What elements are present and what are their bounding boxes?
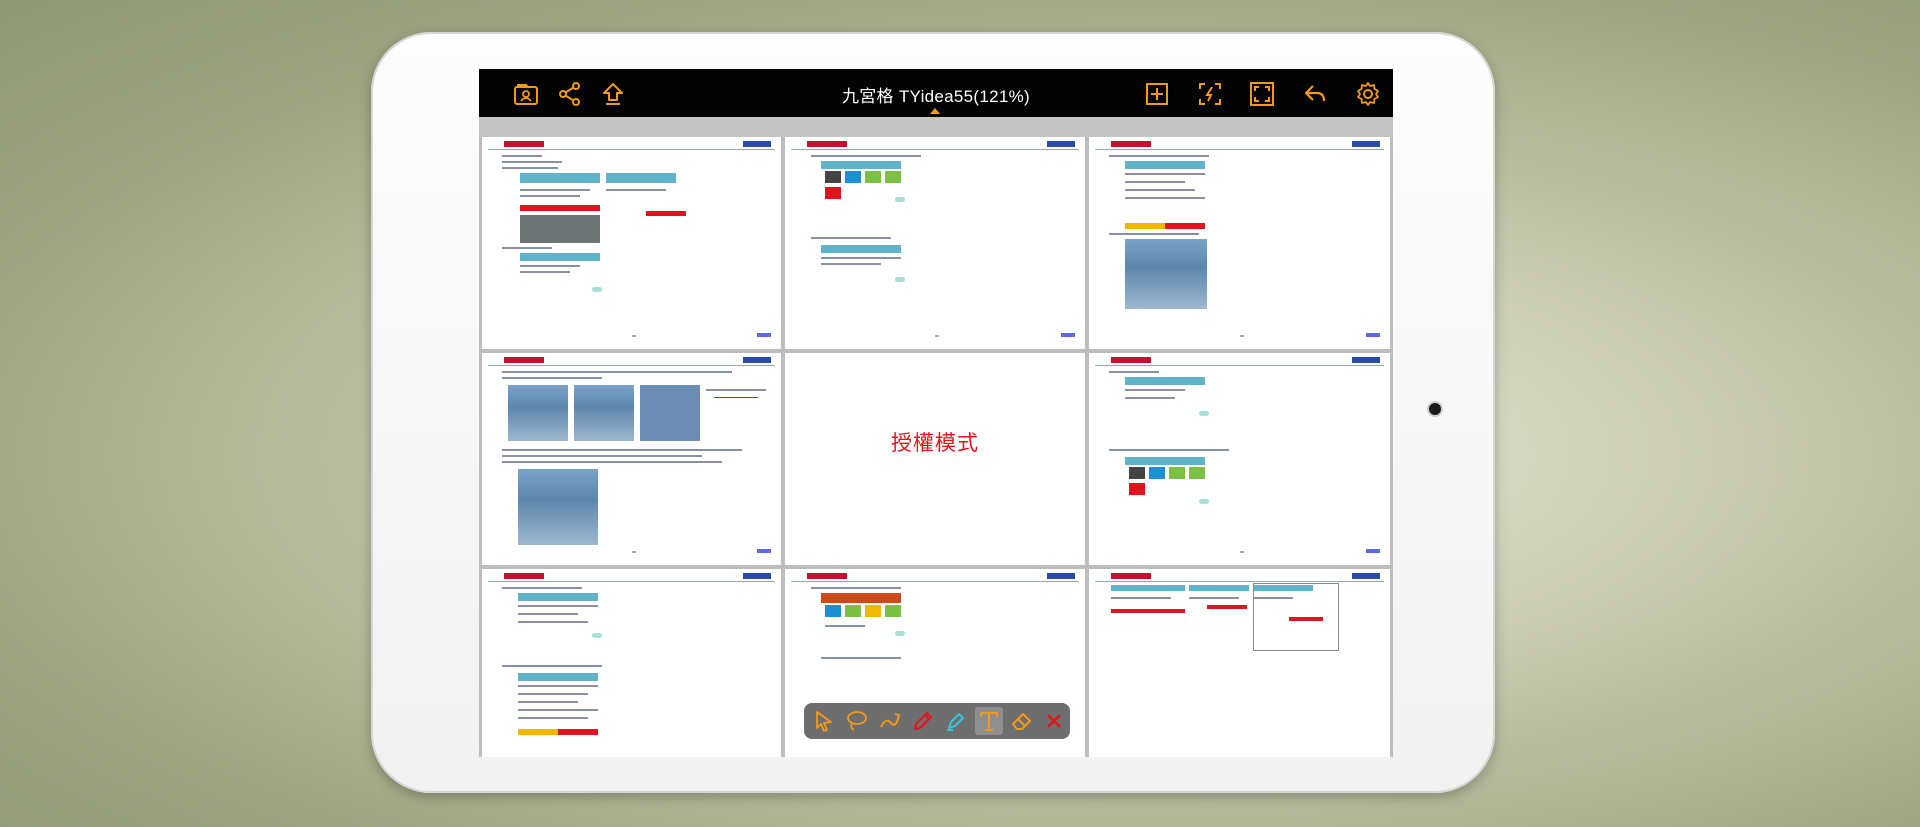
close-icon bbox=[1047, 714, 1061, 728]
text-tool-icon bbox=[980, 712, 998, 731]
highlighter-icon bbox=[947, 713, 964, 731]
undo-button[interactable] bbox=[1300, 79, 1330, 109]
nine-grid: 授權模式 bbox=[482, 137, 1390, 757]
grid-page-5[interactable]: 授權模式 bbox=[785, 353, 1085, 565]
lasso-tool[interactable] bbox=[843, 707, 871, 735]
page-strip bbox=[479, 117, 1393, 137]
pencil-tool[interactable] bbox=[909, 707, 937, 735]
grid-page-7[interactable] bbox=[482, 569, 781, 757]
fullscreen-button[interactable] bbox=[1247, 79, 1277, 109]
grid-page-4[interactable] bbox=[482, 353, 781, 565]
grid-page-6[interactable] bbox=[1089, 353, 1390, 565]
eraser-icon bbox=[1012, 713, 1031, 730]
sign-icon bbox=[1199, 83, 1221, 105]
curve-pen-tool[interactable] bbox=[876, 707, 904, 735]
annotation-toolbar bbox=[804, 703, 1070, 739]
eraser-tool[interactable] bbox=[1008, 707, 1036, 735]
grid-page-3[interactable] bbox=[1089, 137, 1390, 349]
add-page-button[interactable] bbox=[1142, 79, 1172, 109]
pointer-icon bbox=[816, 711, 832, 732]
text-tool[interactable] bbox=[975, 707, 1003, 735]
pencil-icon bbox=[914, 712, 932, 730]
settings-icon bbox=[1357, 82, 1379, 106]
screen: 九宮格 TYidea55(121%) 授權模式 bbox=[479, 69, 1393, 757]
add-page-icon bbox=[1146, 83, 1168, 105]
authorization-mode-text: 授權模式 bbox=[891, 432, 979, 455]
curve-pen-icon bbox=[880, 713, 901, 728]
sign-button[interactable] bbox=[1195, 79, 1225, 109]
undo-icon bbox=[1304, 85, 1326, 102]
grid-page-9[interactable] bbox=[1089, 569, 1390, 757]
close-toolbar-button[interactable] bbox=[1040, 707, 1068, 735]
grid-page-1[interactable] bbox=[482, 137, 781, 349]
camera-dot bbox=[1429, 403, 1441, 415]
title-caret-icon[interactable] bbox=[930, 108, 940, 114]
pointer-tool[interactable] bbox=[810, 707, 838, 735]
settings-button[interactable] bbox=[1353, 79, 1383, 109]
grid-page-2[interactable] bbox=[785, 137, 1085, 349]
fullscreen-icon bbox=[1250, 82, 1274, 106]
lasso-icon bbox=[847, 711, 867, 731]
highlighter-tool[interactable] bbox=[942, 707, 970, 735]
top-toolbar: 九宮格 TYidea55(121%) bbox=[479, 69, 1393, 117]
